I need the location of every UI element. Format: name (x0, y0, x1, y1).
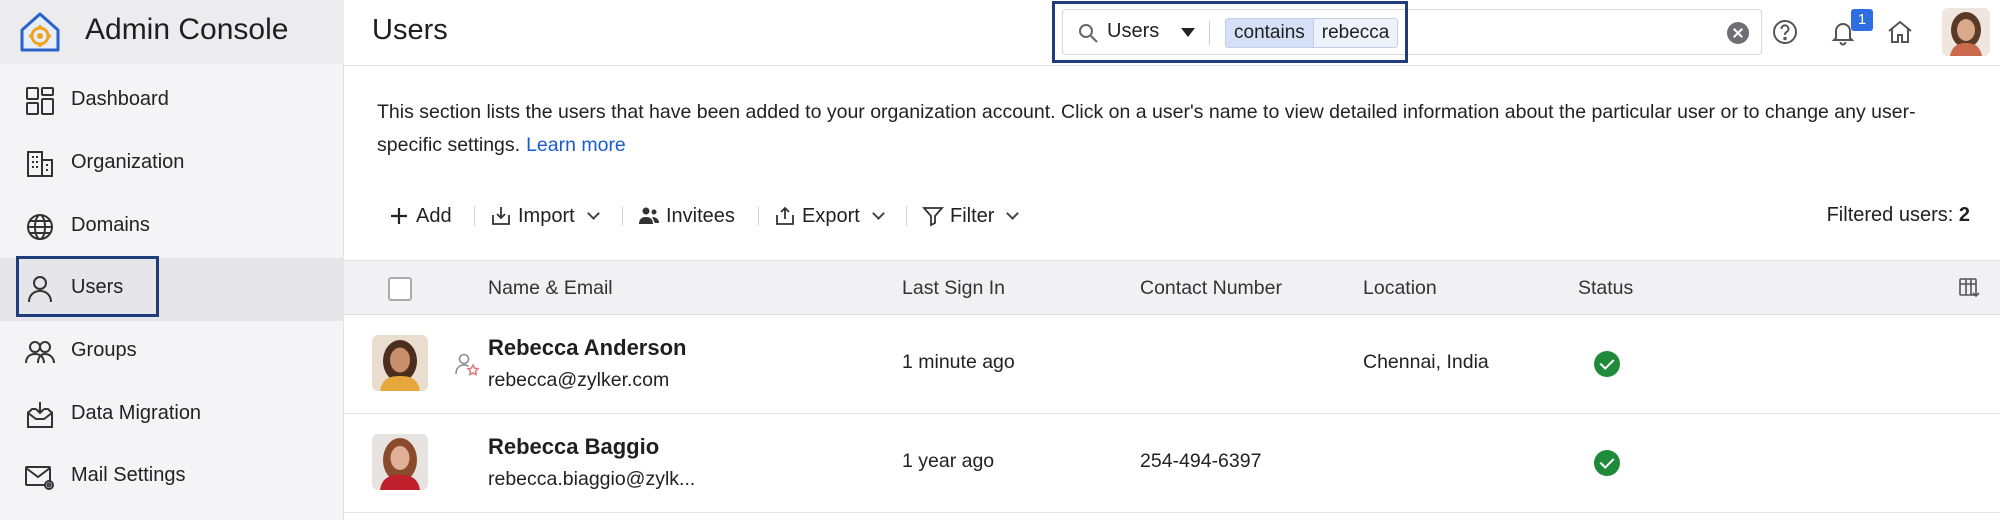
export-button[interactable]: Export (774, 200, 885, 232)
sidebar-item-label: Mail Settings (71, 464, 186, 486)
clear-search-icon[interactable] (1727, 22, 1749, 44)
table-header: Name & Email Last Sign In Contact Number… (344, 260, 2000, 315)
dashboard-icon (26, 87, 54, 115)
chevron-down-icon (1006, 206, 1020, 220)
user-name-link[interactable]: Rebecca Baggio (488, 434, 659, 460)
header: Users Users contains rebecca 1 (344, 0, 2000, 66)
sidebar-item-label: Domains (71, 214, 150, 236)
column-header-location[interactable]: Location (1363, 277, 1437, 300)
admin-console-logo-icon[interactable] (16, 8, 64, 56)
column-header-status[interactable]: Status (1578, 277, 1633, 300)
search-highlight (1052, 1, 1408, 63)
contact-number: 254-494-6397 (1140, 450, 1262, 472)
table-row[interactable]: Rebecca Baggio rebecca.biaggio@zylk... 1… (344, 414, 2000, 513)
page-title: Users (372, 14, 448, 46)
chevron-down-icon (871, 206, 885, 220)
avatar[interactable] (372, 335, 428, 391)
sidebar-item-label: Data Migration (71, 402, 202, 424)
sidebar-item-label: Organization (71, 151, 185, 173)
brand-bar: Admin Console (0, 0, 344, 64)
add-label: Add (416, 204, 452, 227)
notification-badge: 1 (1851, 9, 1873, 31)
filter-icon (922, 207, 944, 227)
toolbar-divider (622, 206, 623, 226)
toolbar-divider (758, 206, 759, 226)
plus-icon (391, 208, 407, 224)
last-sign-in: 1 year ago (902, 450, 995, 472)
sidebar-item-mail-settings[interactable]: Mail Settings (0, 446, 344, 509)
last-sign-in: 1 minute ago (902, 351, 1015, 373)
column-header-name-email[interactable]: Name & Email (488, 277, 613, 300)
toolbar-divider (474, 206, 475, 226)
invitees-icon (639, 207, 659, 224)
building-icon (27, 151, 53, 177)
mail-gear-icon (25, 466, 54, 490)
location: Chennai, India (1363, 351, 1489, 373)
column-header-last-sign-in[interactable]: Last Sign In (902, 277, 1005, 300)
filter-label: Filter (950, 204, 995, 227)
groups-icon (25, 341, 55, 364)
avatar[interactable] (372, 434, 428, 490)
user-email: rebecca.biaggio@zylk... (488, 468, 696, 490)
status-active-icon (1594, 450, 1620, 476)
import-label: Import (518, 204, 575, 227)
sidebar-item-label: Dashboard (71, 88, 169, 110)
filter-button[interactable]: Filter (922, 200, 1020, 232)
column-settings-icon[interactable] (1958, 277, 1980, 299)
learn-more-link[interactable]: Learn more (526, 134, 626, 156)
import-icon (492, 207, 510, 225)
section-description: This section lists the users that have b… (377, 96, 1977, 162)
profile-photo-icon (1942, 8, 1990, 56)
users-nav-highlight (16, 256, 159, 317)
user-name-link[interactable]: Rebecca Anderson (488, 335, 686, 361)
invitees-button[interactable]: Invitees (638, 200, 735, 232)
column-header-contact-number[interactable]: Contact Number (1140, 277, 1282, 300)
filtered-users-count: Filtered users: 2 (1827, 204, 1970, 227)
sidebar-item-groups[interactable]: Groups (0, 321, 344, 384)
user-photo-icon (372, 335, 428, 391)
sidebar-item-dashboard[interactable]: Dashboard (0, 70, 344, 133)
toolbar-divider (906, 206, 907, 226)
import-button[interactable]: Import (490, 200, 600, 232)
user-email: rebecca@zylker.com (488, 369, 670, 391)
sidebar-item-data-migration[interactable]: Data Migration (0, 384, 344, 447)
home-icon[interactable] (1885, 17, 1915, 47)
inbox-download-icon (27, 402, 53, 428)
sidebar-item-organization[interactable]: Organization (0, 133, 344, 196)
user-photo-icon (372, 434, 428, 490)
chevron-down-icon (586, 206, 600, 220)
invitees-label: Invitees (666, 204, 735, 227)
filtered-label: Filtered users: (1826, 204, 1954, 226)
status-active-icon (1594, 351, 1620, 377)
sidebar: Admin Console Dashboard Organization Dom… (0, 0, 344, 520)
select-all-checkbox[interactable] (388, 277, 412, 301)
table-row[interactable]: Rebecca Anderson rebecca@zylker.com 1 mi… (344, 315, 2000, 414)
filtered-count: 2 (1958, 204, 1970, 226)
profile-avatar[interactable] (1942, 8, 1990, 56)
export-label: Export (802, 204, 860, 227)
help-icon[interactable] (1770, 17, 1800, 47)
app-title: Admin Console (85, 13, 289, 46)
sidebar-item-label: Groups (71, 339, 137, 361)
add-button[interactable]: Add (388, 200, 452, 232)
user-star-icon (455, 353, 480, 376)
globe-icon (27, 214, 53, 240)
export-icon (776, 206, 794, 225)
sidebar-item-domains[interactable]: Domains (0, 196, 344, 259)
